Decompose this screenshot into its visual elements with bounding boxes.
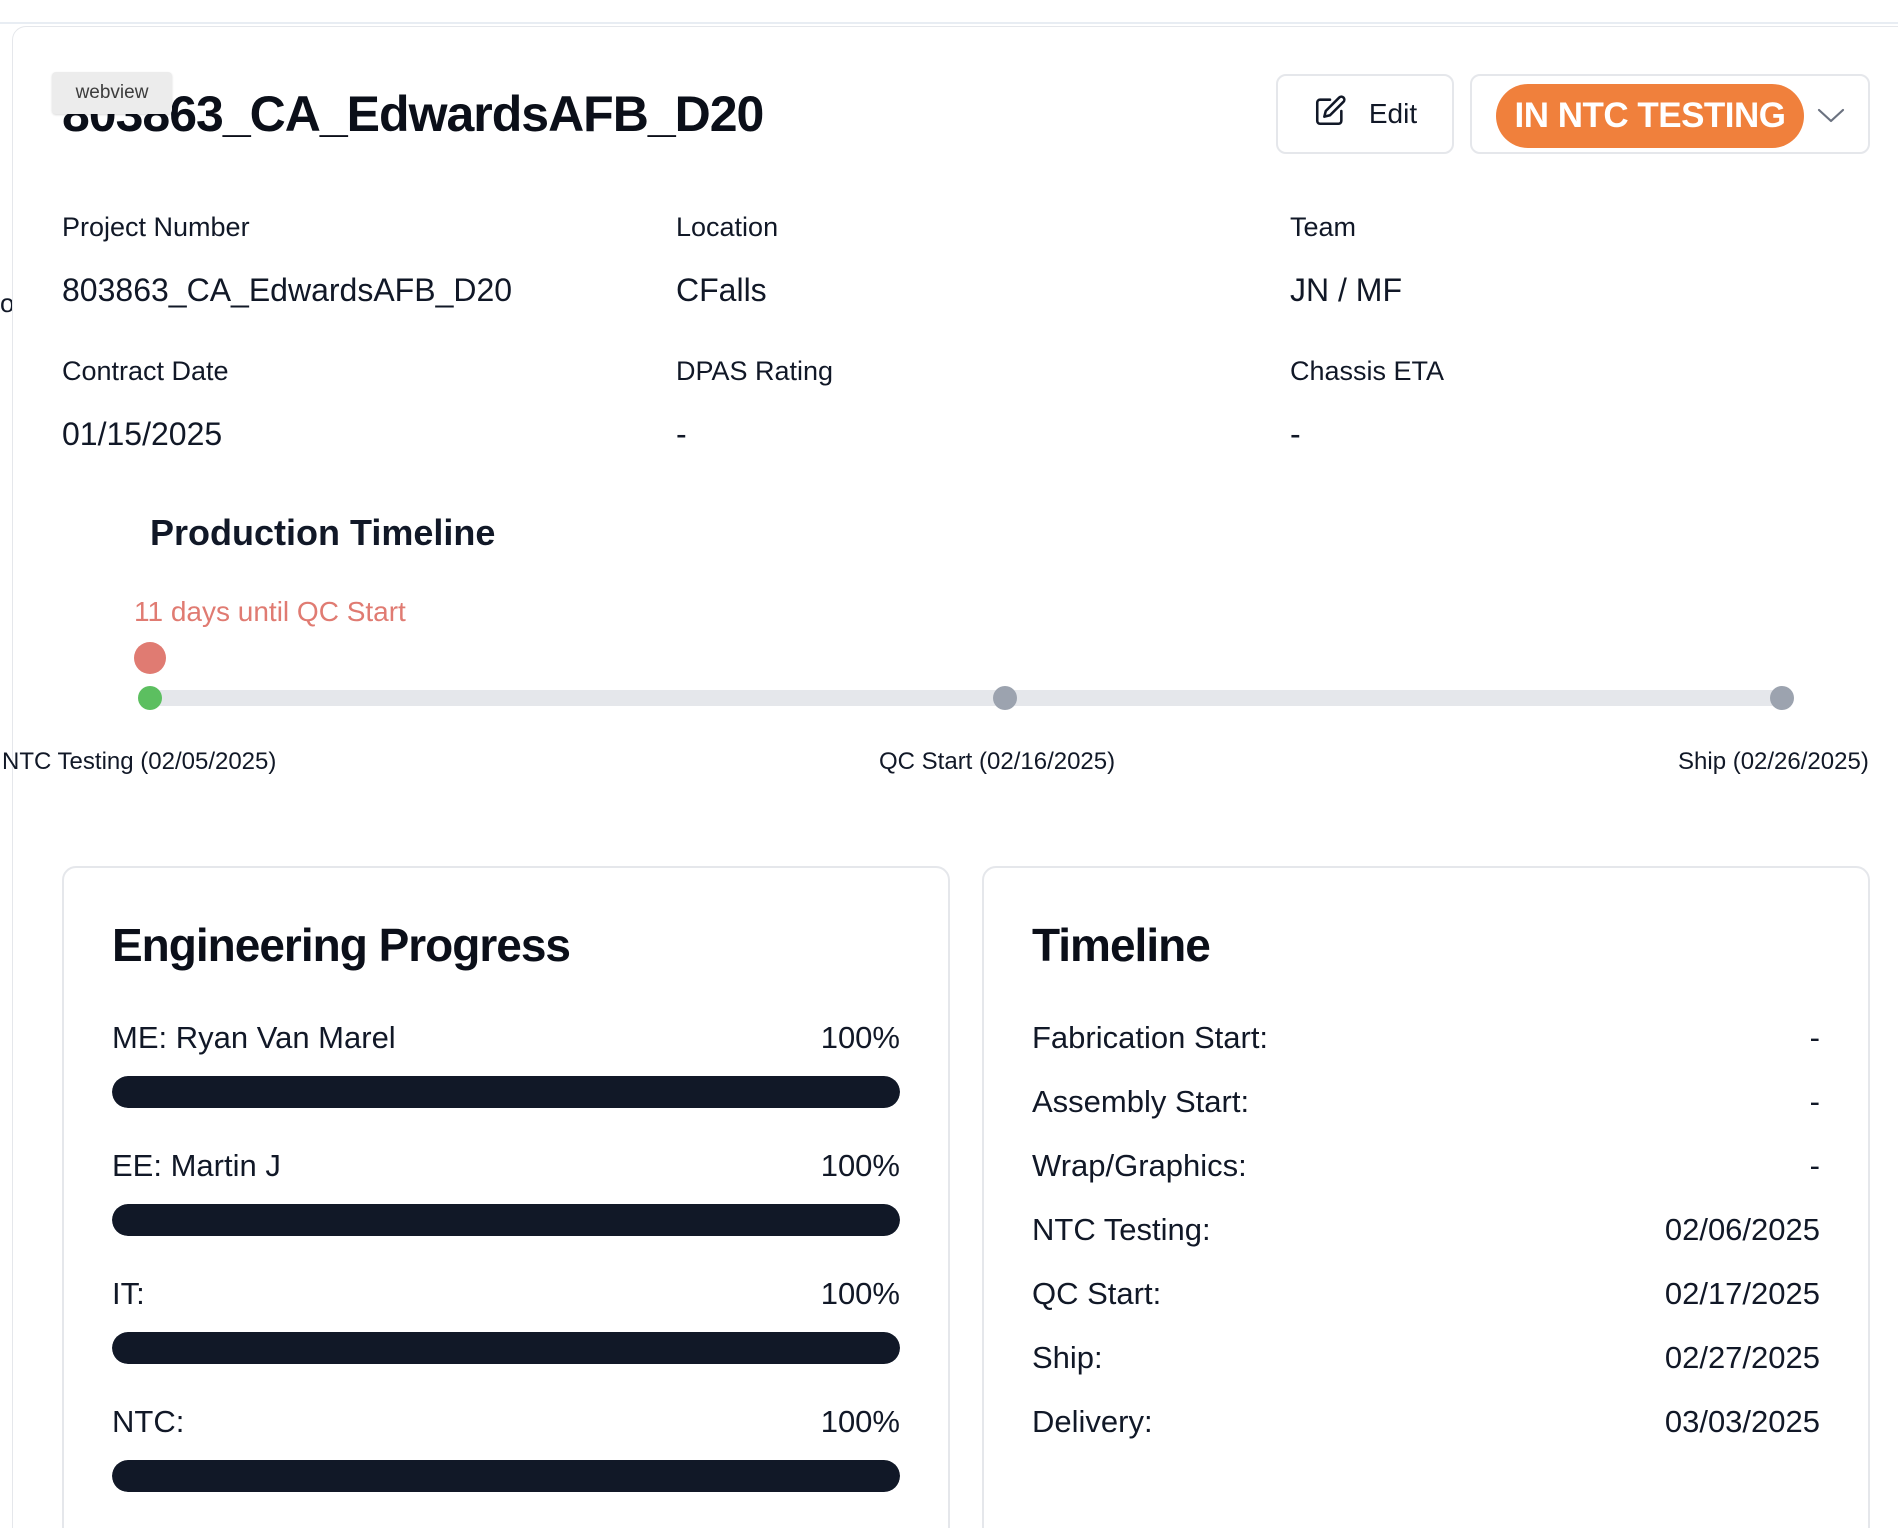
progress-item-name: ME: Ryan Van Marel: [112, 1020, 396, 1055]
contract-date-label: Contract Date: [62, 356, 229, 386]
timeline-row-value: -: [1809, 1148, 1820, 1183]
progress-bar: [112, 1204, 900, 1236]
project-number-value: 803863_CA_EdwardsAFB_D20: [62, 272, 513, 308]
chassis-eta-value: -: [1290, 416, 1301, 452]
timeline-row-value: -: [1809, 1020, 1820, 1055]
progress-item-percent: 100%: [820, 1404, 900, 1439]
webview-tag: webview: [52, 72, 172, 114]
chevron-down-icon: [1817, 108, 1845, 123]
timeline-row-label: Delivery:: [1032, 1404, 1153, 1439]
timeline-row-label: NTC Testing:: [1032, 1212, 1211, 1247]
progress-item-percent: 100%: [820, 1020, 900, 1055]
timeline-row-value: 02/27/2025: [1664, 1340, 1820, 1375]
timeline-row-label: Fabrication Start:: [1032, 1020, 1269, 1055]
progress-bar: [112, 1460, 900, 1492]
engineering-progress-title: Engineering Progress: [112, 919, 571, 971]
countdown-text: 11 days until QC Start: [134, 596, 406, 627]
dpas-rating-value: -: [676, 416, 687, 452]
team-value: JN / MF: [1290, 272, 1402, 308]
chassis-eta-label: Chassis ETA: [1290, 356, 1445, 386]
milestone-label-qc-start: QC Start (02/16/2025): [879, 748, 1116, 775]
progress-item-percent: 100%: [820, 1276, 900, 1311]
timeline-row-value: -: [1809, 1084, 1820, 1119]
milestone-label-ship: Ship (02/26/2025): [1678, 748, 1869, 775]
backdrop-divider: [0, 22, 1898, 24]
timeline-card: Timeline Fabrication Start: - Assembly S…: [982, 866, 1870, 1528]
progress-bar-fill: [112, 1460, 900, 1492]
location-value: CFalls: [676, 272, 767, 308]
milestone-label-ntc-testing: NTC Testing (02/05/2025): [2, 748, 277, 775]
project-number-label: Project Number: [62, 212, 250, 242]
location-label: Location: [676, 212, 779, 242]
timeline-title: Timeline: [1032, 919, 1211, 971]
milestone-dot-qc-start: [993, 686, 1017, 710]
current-position-marker: [134, 642, 166, 674]
progress-bar-fill: [112, 1076, 900, 1108]
engineering-progress-card: Engineering Progress ME: Ryan Van Marel …: [62, 866, 950, 1528]
progress-bar-fill: [112, 1332, 900, 1364]
team-label: Team: [1290, 212, 1357, 242]
progress-item-name: EE: Martin J: [112, 1148, 281, 1183]
timeline-row-value: 02/17/2025: [1664, 1276, 1820, 1311]
dpas-rating-label: DPAS Rating: [676, 356, 834, 386]
progress-item-name: NTC:: [112, 1404, 185, 1439]
progress-bar: [112, 1332, 900, 1364]
progress-item-name: IT:: [112, 1276, 145, 1311]
timeline-row-label: Ship:: [1032, 1340, 1103, 1375]
timeline-row-value: 03/03/2025: [1664, 1404, 1820, 1439]
contract-date-value: 01/15/2025: [62, 416, 223, 452]
edit-button-label: Edit: [1368, 98, 1418, 129]
timeline-row-label: QC Start:: [1032, 1276, 1162, 1311]
progress-item-percent: 100%: [820, 1148, 900, 1183]
timeline-row-value: 02/06/2025: [1664, 1212, 1820, 1247]
edit-icon: [1313, 94, 1347, 135]
milestone-dot-ntc-testing: [138, 686, 162, 710]
status-dropdown[interactable]: IN NTC TESTING: [1470, 74, 1870, 154]
timeline-row-label: Assembly Start:: [1032, 1084, 1250, 1119]
status-badge: IN NTC TESTING: [1496, 84, 1804, 148]
progress-bar: [112, 1076, 900, 1108]
production-timeline-heading: Production Timeline: [150, 512, 496, 553]
milestone-dot-ship: [1770, 686, 1794, 710]
timeline-row-label: Wrap/Graphics:: [1032, 1148, 1247, 1183]
timeline-track: [148, 690, 1782, 706]
edit-button[interactable]: Edit: [1276, 74, 1454, 154]
progress-bar-fill: [112, 1204, 900, 1236]
